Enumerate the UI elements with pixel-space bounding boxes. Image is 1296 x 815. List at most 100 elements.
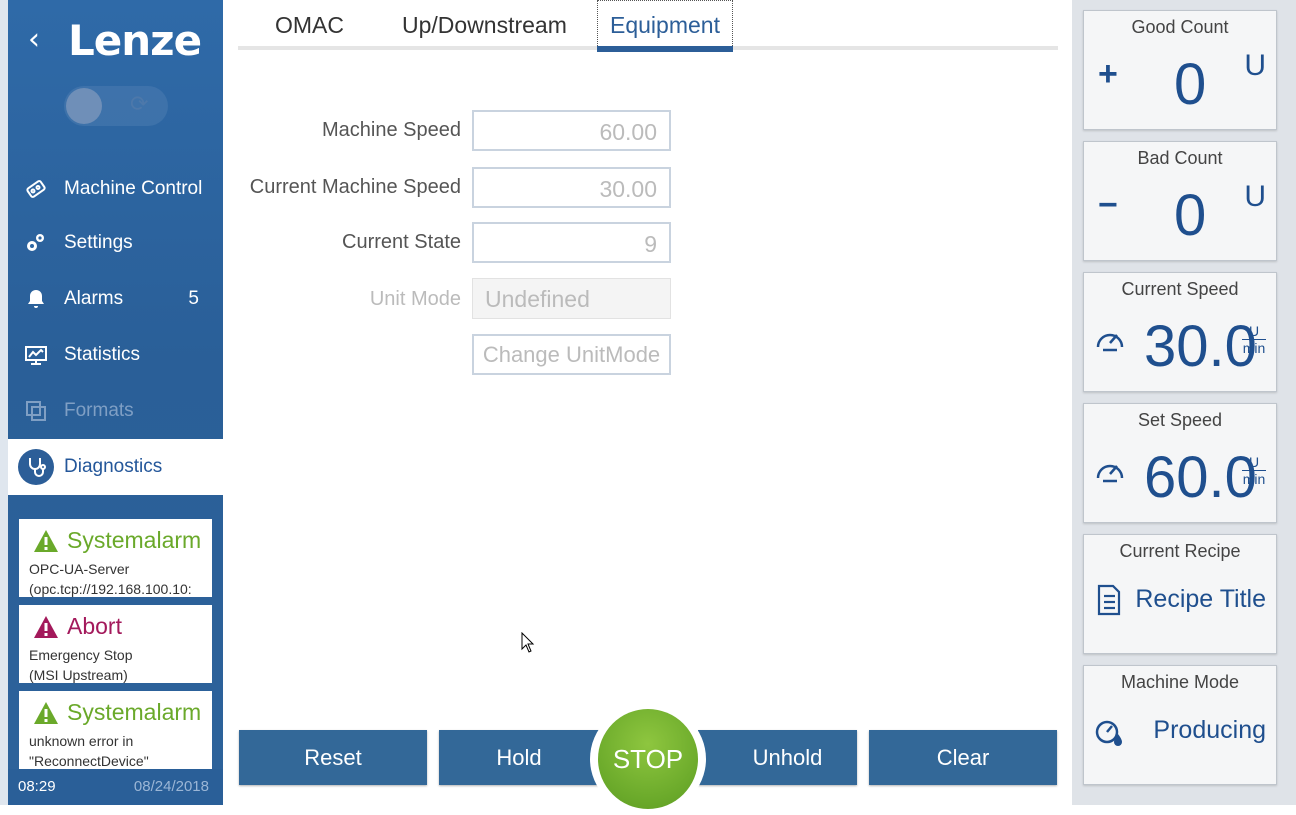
current-machine-speed-field[interactable]: 30.00: [472, 167, 671, 208]
alarm-card[interactable]: Systemalarm OPC-UA-Server (opc.tcp://192…: [19, 519, 212, 597]
mouse-cursor-icon: [521, 632, 535, 653]
sidebar-item-label: Alarms: [64, 288, 124, 309]
good-count-value: 0: [1174, 52, 1207, 117]
tile-title: Current Speed: [1121, 279, 1239, 299]
stethoscope-icon: [29, 458, 46, 477]
unit-denominator: min: [1242, 340, 1266, 356]
current-machine-speed-label: Current Machine Speed: [249, 176, 461, 198]
back-chevron-icon[interactable]: ‹: [28, 22, 40, 58]
sidebar-item-settings[interactable]: Settings: [8, 215, 223, 271]
unit-numerator: U: [1242, 454, 1266, 471]
sidebar-item-statistics[interactable]: Statistics: [8, 327, 223, 383]
tab-bar: OMAC Up/Downstream Equipment: [238, 0, 1058, 52]
current-recipe-value: Recipe Title: [1135, 585, 1266, 613]
field-value: Undefined: [485, 286, 590, 312]
machine-speed-label: Machine Speed: [322, 119, 461, 141]
speedometer-icon: [1096, 333, 1124, 352]
connection-toggle[interactable]: ⟳: [64, 86, 168, 126]
current-state-field[interactable]: 9: [472, 222, 671, 263]
alarm-title: Systemalarm: [67, 527, 202, 553]
change-unit-mode-button[interactable]: Change UnitMode: [472, 334, 671, 375]
minus-icon: −: [1098, 186, 1118, 224]
clear-button[interactable]: Clear: [869, 730, 1057, 785]
machine-control-icon: [26, 180, 46, 198]
formats-icon: [26, 401, 46, 421]
alarm-card[interactable]: Systemalarm unknown error in "ReconnectD…: [19, 691, 212, 769]
alarm-detail: (MSI Upstream): [29, 667, 128, 683]
tab-equipment[interactable]: Equipment: [597, 0, 733, 52]
sidebar: ‹ Lenze ⟳ Machine Control Settings Alarm…: [8, 0, 223, 805]
unhold-button[interactable]: Unhold: [698, 730, 857, 785]
chart-monitor-icon: [25, 346, 47, 365]
bell-icon: [28, 290, 44, 308]
tile-title: Bad Count: [1137, 148, 1223, 168]
sidebar-item-label: Formats: [64, 400, 134, 421]
alarm-detail: OPC-UA-Server: [29, 561, 130, 577]
count-unit: U: [1244, 180, 1266, 213]
diagnostics-icon-circle: [18, 449, 54, 485]
sidebar-item-diagnostics[interactable]: Diagnostics: [8, 439, 223, 495]
current-recipe-tile[interactable]: Current Recipe Recipe Title: [1083, 534, 1277, 654]
sync-icon: ⟳: [130, 92, 149, 117]
warning-icon: [34, 616, 58, 638]
clock-date: 08/24/2018: [133, 778, 209, 795]
sidebar-item-label: Statistics: [64, 344, 141, 365]
sidebar-item-alarms[interactable]: Alarms 5: [8, 271, 223, 327]
current-speed-tile: Current Speed 30.0 Umin: [1083, 272, 1277, 392]
warning-icon: [34, 702, 58, 724]
machine-mode-value: Producing: [1153, 716, 1266, 744]
plus-icon: +: [1098, 55, 1118, 93]
alarm-count-badge: 5: [188, 288, 199, 309]
sidebar-item-label: Settings: [64, 232, 133, 253]
current-state-label: Current State: [342, 231, 461, 253]
tile-title: Machine Mode: [1120, 672, 1240, 692]
speed-unit: Umin: [1242, 454, 1266, 487]
speedometer-icon: [1096, 464, 1124, 483]
sidebar-item-label: Diagnostics: [64, 456, 163, 477]
tab-omac[interactable]: OMAC: [275, 12, 344, 39]
count-unit: U: [1244, 49, 1266, 82]
unit-denominator: min: [1242, 471, 1266, 487]
alarm-detail: Emergency Stop: [29, 647, 133, 663]
window-frame-left: [0, 0, 8, 805]
tile-title: Set Speed: [1137, 410, 1223, 430]
current-speed-value: 30.0: [1144, 314, 1257, 379]
alarm-detail: unknown error in: [29, 733, 134, 749]
speed-unit: Umin: [1242, 323, 1266, 356]
gears-icon: [27, 234, 44, 251]
alarm-detail: (opc.tcp://192.168.100.10:: [29, 581, 192, 597]
machine-mode-tile[interactable]: Machine Mode Producing: [1083, 665, 1277, 785]
brand-logo: Lenze: [68, 16, 202, 65]
alarm-title: Systemalarm: [67, 699, 202, 725]
alarm-title: Abort: [67, 613, 122, 639]
toggle-knob: [66, 88, 102, 124]
sidebar-item-machine-control[interactable]: Machine Control: [8, 161, 223, 217]
window-frame-right: [1290, 0, 1296, 805]
document-list-icon: [1097, 584, 1121, 616]
unit-numerator: U: [1242, 323, 1266, 340]
alarm-detail: "ReconnectDevice": [29, 753, 149, 769]
production-gauge-icon: [1095, 720, 1122, 746]
tile-title: Current Recipe: [1119, 541, 1241, 561]
bad-count-value: 0: [1174, 183, 1207, 248]
sidebar-item-formats[interactable]: Formats: [8, 383, 223, 439]
unit-mode-field[interactable]: Undefined: [472, 278, 671, 319]
field-value: 60.00: [599, 119, 657, 145]
tile-title: Good Count: [1131, 17, 1229, 37]
field-value: 9: [644, 231, 657, 257]
warning-icon: [34, 530, 58, 552]
tab-label: Equipment: [610, 12, 720, 38]
alarm-card[interactable]: Abort Emergency Stop (MSI Upstream): [19, 605, 212, 683]
set-speed-tile: Set Speed 60.0 Umin: [1083, 403, 1277, 523]
status-bar: 08:29 08/24/2018: [8, 769, 223, 805]
reset-button[interactable]: Reset: [239, 730, 427, 785]
tab-up-downstream[interactable]: Up/Downstream: [402, 12, 567, 39]
stop-button[interactable]: STOP: [598, 709, 698, 809]
bad-count-tile: Bad Count − 0 U: [1083, 141, 1277, 261]
clock-time: 08:29: [18, 778, 56, 795]
field-value: 30.00: [599, 176, 657, 202]
unit-mode-label: Unit Mode: [369, 288, 461, 310]
set-speed-value: 60.0: [1144, 445, 1257, 510]
machine-speed-field[interactable]: 60.00: [472, 110, 671, 151]
active-tab-indicator: [597, 46, 733, 52]
